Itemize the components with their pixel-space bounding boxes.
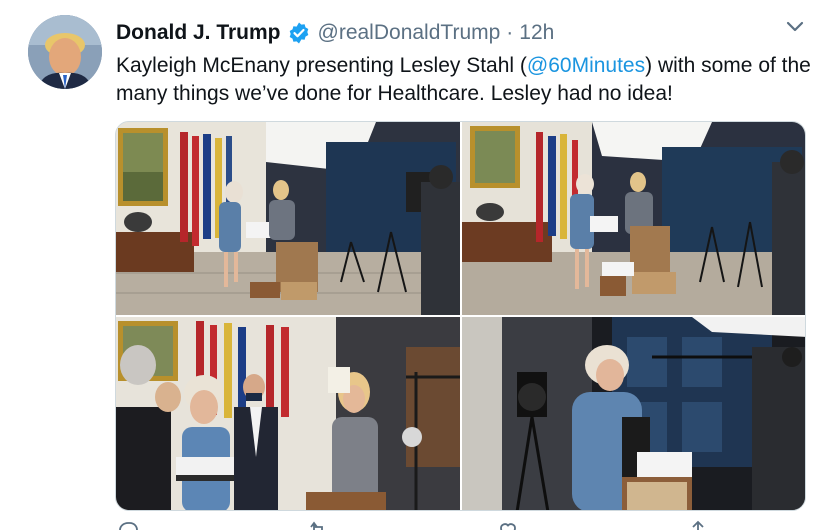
tweet-text: Kayleigh McEnany presenting Lesley Stahl… xyxy=(116,52,816,108)
mention-link[interactable]: @60Minutes xyxy=(527,54,645,77)
reply-icon[interactable] xyxy=(116,518,140,530)
timestamp[interactable]: 12h xyxy=(519,21,554,45)
display-name[interactable]: Donald J. Trump xyxy=(116,21,281,45)
avatar[interactable] xyxy=(28,15,102,89)
photo-4[interactable] xyxy=(462,317,805,510)
photo-2[interactable] xyxy=(462,122,805,315)
photo-1[interactable] xyxy=(116,122,460,315)
user-handle[interactable]: @realDonaldTrump xyxy=(318,21,501,45)
like-icon[interactable] xyxy=(496,518,520,530)
verified-badge-icon xyxy=(287,21,311,45)
media-grid xyxy=(115,121,806,511)
retweet-icon[interactable] xyxy=(306,518,330,530)
share-icon[interactable] xyxy=(686,518,710,530)
photo-3[interactable] xyxy=(116,317,460,510)
action-bar xyxy=(116,518,806,530)
tweet-text-start: Kayleigh McEnany presenting Lesley Stahl… xyxy=(116,54,527,77)
tweet[interactable]: Donald J. Trump @realDonaldTrump · 12h K… xyxy=(0,0,825,530)
chevron-down-icon[interactable] xyxy=(785,20,805,34)
separator-dot: · xyxy=(506,21,514,44)
tweet-header: Donald J. Trump @realDonaldTrump · 12h xyxy=(116,18,554,48)
